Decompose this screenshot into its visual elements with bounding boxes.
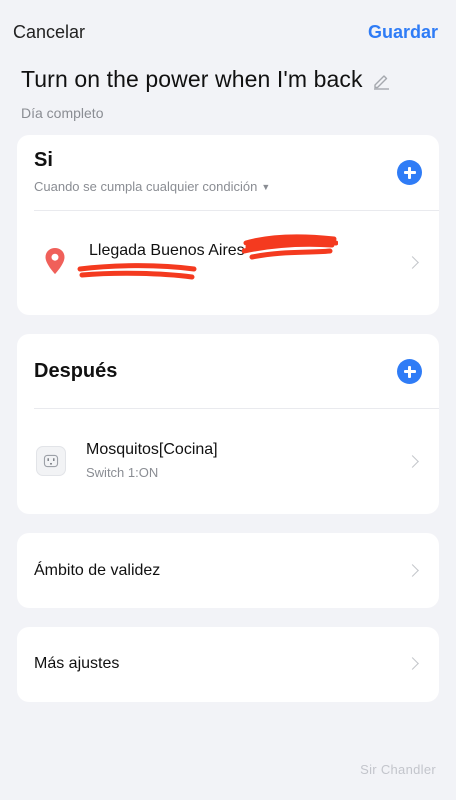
location-pin-icon (45, 248, 65, 274)
condition-row[interactable]: Llegada Buenos Aires (17, 211, 439, 315)
chevron-down-icon: ▼ (261, 181, 271, 192)
then-actions-card: Después Mosquitos[Cocina] Switch 1:ON (17, 334, 439, 514)
validity-scope-row[interactable]: Ámbito de validez (17, 533, 439, 608)
action-detail: Switch 1:ON (86, 465, 159, 480)
action-row[interactable]: Mosquitos[Cocina] Switch 1:ON (17, 409, 439, 514)
if-section-title: Si (34, 149, 53, 171)
add-action-button[interactable] (397, 359, 422, 384)
scene-title: Turn on the power when I'm back (21, 66, 363, 92)
more-settings-label: Más ajustes (34, 655, 120, 672)
then-section-title: Después (34, 360, 118, 382)
redaction-scribble (77, 263, 197, 280)
chevron-right-icon (406, 256, 419, 269)
schedule-label[interactable]: Día completo (21, 105, 103, 121)
condition-mode-label: Cuando se cumpla cualquier condición (34, 179, 258, 194)
chevron-right-icon (406, 455, 419, 468)
more-settings-row[interactable]: Más ajustes (17, 627, 439, 702)
save-button[interactable]: Guardar (368, 22, 438, 43)
chevron-right-icon (406, 657, 419, 670)
if-conditions-card: Si Cuando se cumpla cualquier condición … (17, 135, 439, 315)
condition-title: Llegada Buenos Aires (89, 242, 245, 259)
watermark-text: Sir Chandler (360, 762, 436, 777)
chevron-right-icon (406, 564, 419, 577)
smart-plug-icon (36, 446, 66, 476)
top-bar: Cancelar Guardar (0, 0, 456, 64)
action-device-name: Mosquitos[Cocina] (86, 441, 218, 458)
validity-scope-label: Ámbito de validez (34, 562, 161, 579)
cancel-button[interactable]: Cancelar (13, 22, 85, 43)
add-condition-button[interactable] (397, 160, 422, 185)
redaction-scribble (242, 234, 338, 260)
scene-title-row: Turn on the power when I'm back (21, 66, 391, 93)
pencil-edit-icon[interactable] (371, 70, 391, 90)
condition-mode-selector[interactable]: Cuando se cumpla cualquier condición ▼ (34, 179, 270, 194)
